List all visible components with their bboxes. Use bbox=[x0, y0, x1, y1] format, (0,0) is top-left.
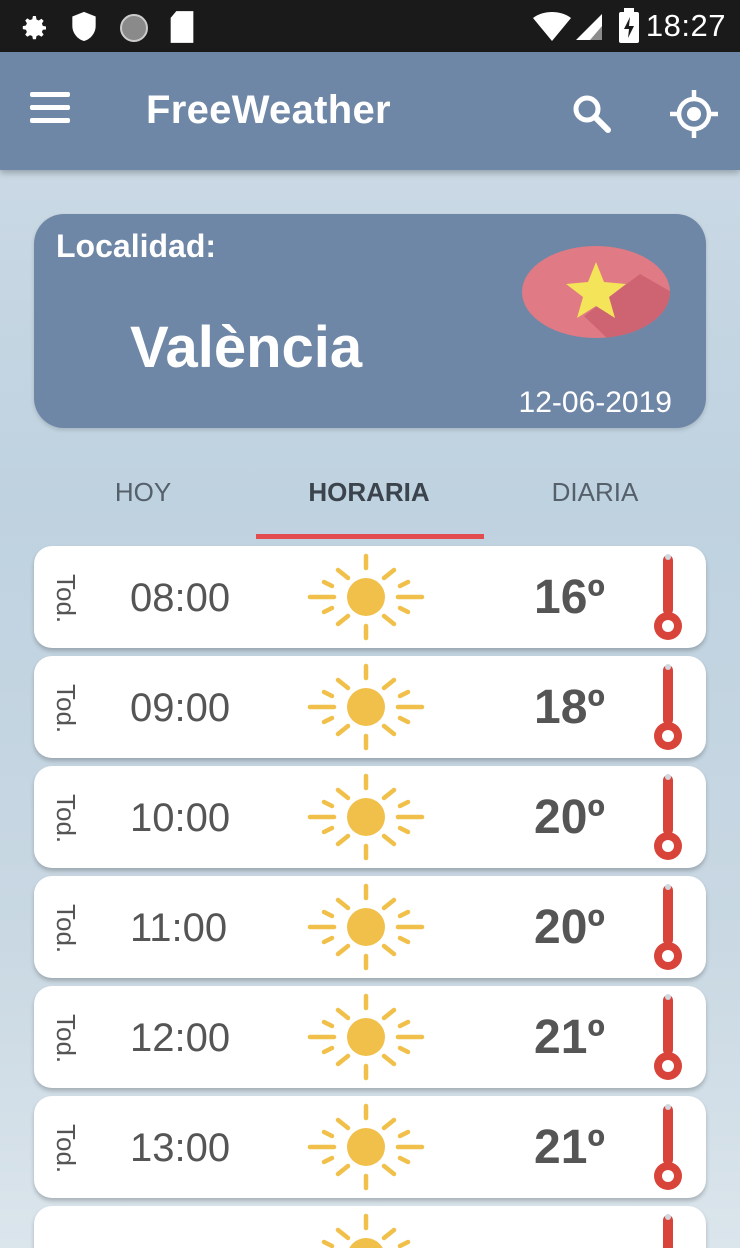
list-item[interactable]: Tod. 10:00 20º bbox=[34, 766, 706, 868]
status-bar: 18:27 bbox=[0, 0, 740, 52]
shield-icon bbox=[72, 11, 96, 42]
sun-icon bbox=[304, 992, 428, 1082]
thermometer-icon bbox=[653, 773, 683, 861]
row-day: Tod. bbox=[51, 904, 81, 954]
forecast-tabs: HOY HORARIA DIARIA bbox=[30, 460, 710, 540]
thermometer-icon bbox=[653, 993, 683, 1081]
row-temperature: 21º bbox=[534, 1011, 605, 1064]
list-item[interactable]: Tod. 09:00 18º bbox=[34, 656, 706, 758]
sun-icon bbox=[304, 772, 428, 862]
list-item[interactable]: Tod. 13:00 21º bbox=[34, 1096, 706, 1198]
row-temperature: 18º bbox=[534, 681, 605, 734]
list-item[interactable]: Tod. 08:00 16º bbox=[34, 546, 706, 648]
list-item[interactable]: Tod. 12:00 21º bbox=[34, 986, 706, 1088]
crosshair-icon bbox=[670, 90, 718, 138]
sd-card-icon bbox=[170, 11, 194, 43]
row-time: 10:00 bbox=[130, 796, 231, 840]
location-card: Localidad: València 12-06-2019 bbox=[34, 214, 706, 428]
row-day: Tod. bbox=[51, 574, 81, 624]
row-time: 09:00 bbox=[130, 686, 231, 730]
location-city: València bbox=[130, 315, 363, 380]
sun-icon bbox=[304, 662, 428, 752]
tab-hoy[interactable]: HOY bbox=[30, 460, 256, 534]
circle-icon bbox=[120, 14, 148, 42]
tab-horaria[interactable]: HORARIA bbox=[256, 460, 482, 534]
row-time: 11:00 bbox=[130, 906, 228, 950]
sun-icon bbox=[304, 1212, 428, 1248]
sun-icon bbox=[304, 882, 428, 972]
list-item-partial[interactable] bbox=[34, 1206, 706, 1248]
thermometer-icon bbox=[653, 663, 683, 751]
row-temperature: 21º bbox=[534, 1121, 605, 1174]
app-title: FreeWeather bbox=[146, 88, 391, 132]
thermometer-icon bbox=[653, 1213, 683, 1248]
sun-icon bbox=[304, 552, 428, 642]
hourly-list[interactable]: Tod. 08:00 16º Tod. 09:00 18º Tod. 10:00… bbox=[0, 544, 740, 1248]
app-bar: FreeWeather bbox=[0, 52, 740, 170]
row-temperature: 16º bbox=[534, 571, 605, 624]
my-location-button[interactable] bbox=[668, 88, 720, 140]
sun-icon bbox=[304, 1102, 428, 1192]
row-day: Tod. bbox=[51, 794, 81, 844]
favorite-button[interactable] bbox=[522, 244, 678, 350]
thermometer-icon bbox=[653, 883, 683, 971]
row-time: 12:00 bbox=[130, 1016, 231, 1060]
gear-icon bbox=[22, 16, 46, 40]
signal-icon bbox=[576, 14, 602, 40]
thermometer-icon bbox=[653, 1103, 683, 1191]
tab-indicator bbox=[256, 534, 484, 539]
search-button[interactable] bbox=[568, 90, 616, 138]
menu-button[interactable] bbox=[30, 92, 78, 132]
search-icon bbox=[573, 95, 611, 133]
star-icon bbox=[522, 246, 670, 338]
battery-icon bbox=[619, 8, 639, 43]
row-temperature: 20º bbox=[534, 791, 605, 844]
row-time: 08:00 bbox=[130, 576, 231, 620]
status-time: 18:27 bbox=[645, 8, 726, 43]
location-label: Localidad: bbox=[56, 228, 217, 264]
thermometer-icon bbox=[653, 553, 683, 641]
hamburger-icon bbox=[30, 92, 78, 123]
row-temperature: 20º bbox=[534, 901, 605, 954]
wifi-icon bbox=[533, 12, 571, 41]
row-day: Tod. bbox=[51, 1014, 81, 1064]
row-time: 13:00 bbox=[130, 1126, 231, 1170]
row-day: Tod. bbox=[51, 684, 81, 734]
list-item[interactable]: Tod. 11:00 20º bbox=[34, 876, 706, 978]
row-day: Tod. bbox=[51, 1124, 81, 1174]
tab-diaria[interactable]: DIARIA bbox=[482, 460, 708, 534]
location-date: 12-06-2019 bbox=[518, 386, 672, 419]
